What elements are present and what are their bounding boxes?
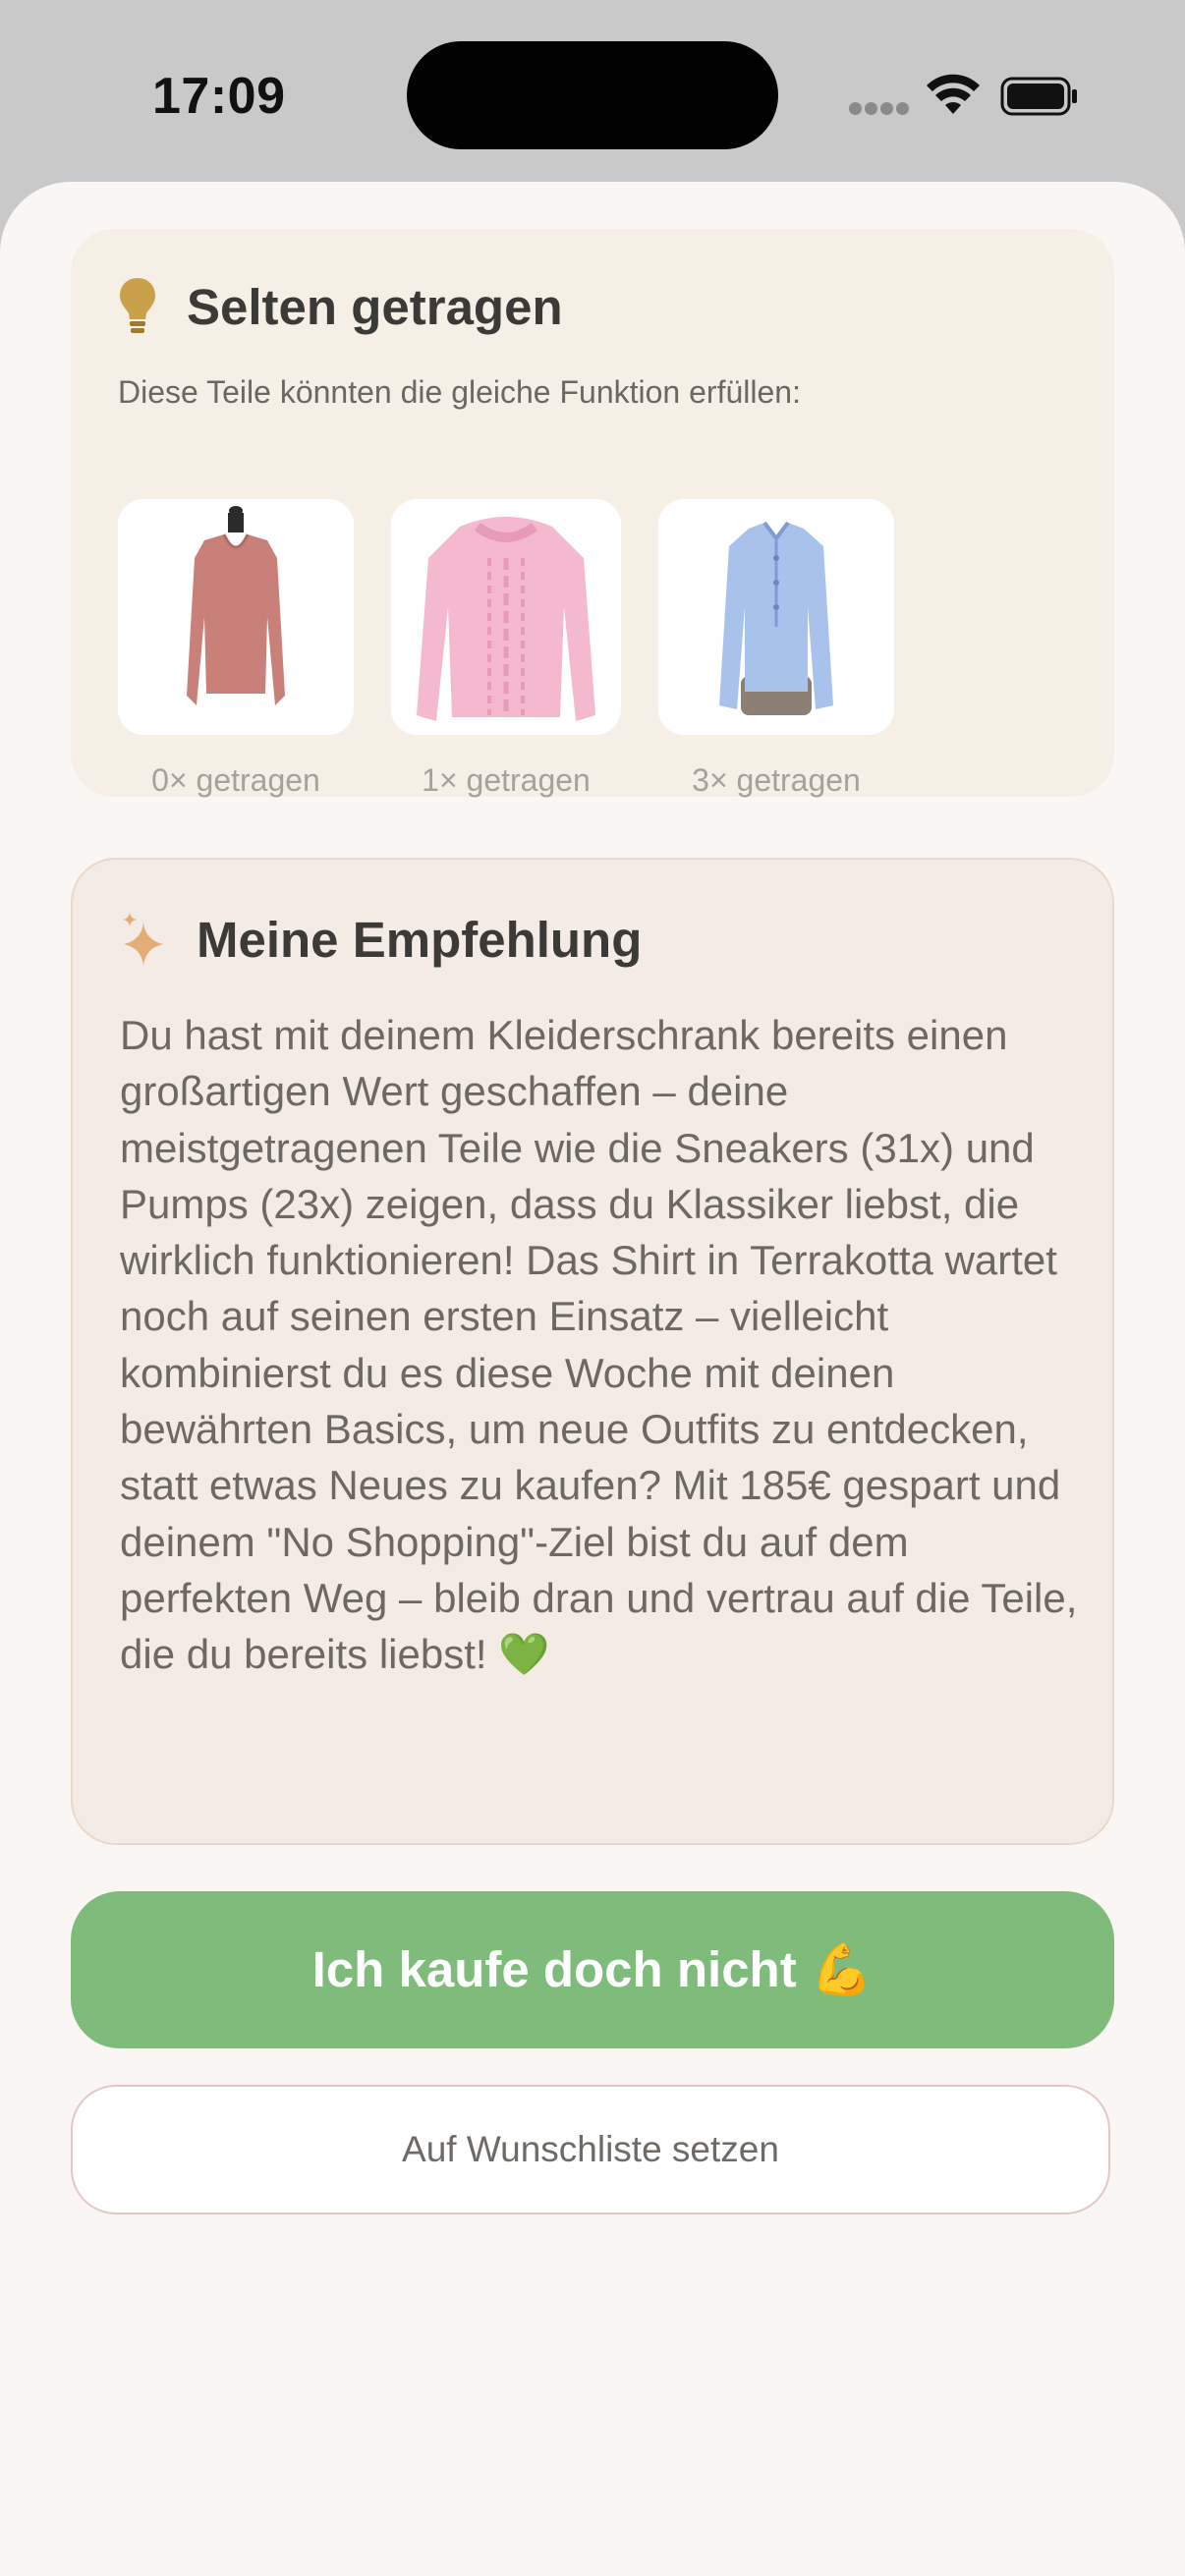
battery-icon: [1000, 77, 1077, 116]
rarely-worn-title: Selten getragen: [187, 279, 563, 335]
worn-count: 3× getragen: [692, 762, 861, 798]
pink-cable-knit-sweater-image: [391, 499, 621, 735]
status-bar: 17:09: [0, 0, 1185, 187]
clothing-item[interactable]: 1× getragen: [391, 499, 621, 799]
add-to-wishlist-button[interactable]: Auf Wunschliste setzen: [71, 2085, 1110, 2214]
lightbulb-icon: [120, 278, 155, 333]
dont-buy-button[interactable]: Ich kaufe doch nicht 💪: [71, 1891, 1114, 2048]
rarely-worn-card: Selten getragen Diese Teile könnten die …: [71, 229, 1114, 799]
clothing-item[interactable]: 3× getragen: [658, 499, 894, 799]
recommendation-text: Du hast mit deinem Kleiderschrank bereit…: [120, 1012, 1078, 1678]
worn-count: 0× getragen: [151, 762, 320, 798]
recommendation-title: Meine Empfehlung: [197, 912, 643, 968]
pink-knit-longsleeve-image: [118, 499, 354, 735]
wifi-icon: [927, 74, 980, 114]
status-time: 17:09: [152, 68, 286, 125]
recommendation-card: Meine Empfehlung Du hast mit deinem Klei…: [71, 858, 1114, 1845]
worn-count: 1× getragen: [422, 762, 591, 798]
sparkle-icon: [123, 913, 163, 966]
bottom-sheet: Selten getragen Diese Teile könnten die …: [0, 182, 1185, 2576]
cellular-signal-icon: [849, 102, 909, 116]
light-blue-blouse-image: [658, 499, 894, 735]
clothing-item[interactable]: 0× getragen: [118, 499, 354, 799]
rarely-worn-subtitle: Diese Teile könnten die gleiche Funktion…: [118, 374, 801, 410]
dynamic-island: [407, 41, 778, 149]
